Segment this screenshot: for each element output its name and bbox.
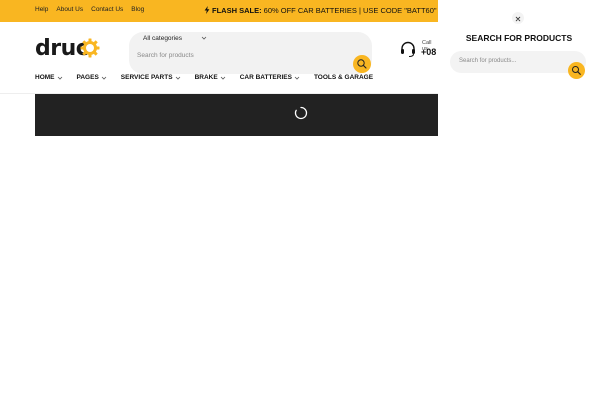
chevron-down-icon — [57, 76, 62, 80]
loading-spinner-icon — [294, 106, 308, 120]
top-link-about[interactable]: About Us — [56, 6, 83, 13]
close-icon — [515, 16, 521, 22]
flash-sale-label: FLASH SALE: — [212, 6, 262, 15]
nav-item-home[interactable]: HOME — [35, 74, 63, 81]
nav-item-label: SERVICE PARTS — [120, 74, 173, 81]
main-site: Help About Us Contact Us Blog FLASH SALE… — [0, 0, 438, 400]
chevron-down-icon — [201, 36, 207, 40]
search-panel-button[interactable] — [568, 62, 585, 79]
chevron-down-icon — [101, 76, 107, 80]
nav-item-label: TOOLS & GARAGE — [313, 74, 374, 81]
search-input[interactable]: Search for products — [137, 52, 194, 59]
chevron-down-icon — [175, 76, 180, 80]
chevron-down-icon — [294, 76, 300, 80]
top-link-help[interactable]: Help — [35, 6, 48, 13]
nav-item-label: CAR BATTERIES — [239, 74, 292, 81]
flash-sale-banner: FLASH SALE: 60% OFF CAR BATTERIES | USE … — [204, 6, 437, 15]
top-link-blog[interactable]: Blog — [131, 6, 144, 13]
top-links: Help About Us Contact Us Blog — [35, 6, 144, 13]
search-button[interactable] — [353, 55, 371, 73]
main-nav: HOME PAGES SERVICE PARTS BRAKE CAR BATTE… — [35, 74, 387, 81]
nav-item-tools-garage[interactable]: TOOLS & GARAGE — [314, 74, 373, 81]
chevron-down-icon — [220, 76, 225, 80]
nav-item-service-parts[interactable]: SERVICE PARTS — [121, 74, 181, 81]
close-button[interactable] — [512, 12, 524, 24]
page: Help About Us Contact Us Blog FLASH SALE… — [0, 0, 600, 400]
phone-number[interactable]: +08 — [421, 47, 436, 57]
hero-slider — [35, 94, 438, 136]
nav-item-pages[interactable]: PAGES — [77, 74, 107, 81]
top-link-contact[interactable]: Contact Us — [91, 6, 123, 13]
nav-item-label: HOME — [35, 74, 55, 81]
nav-item-car-batteries[interactable]: CAR BATTERIES — [240, 74, 300, 81]
search-panel-title: SEARCH FOR PRODUCTS — [465, 33, 573, 43]
headset-icon — [401, 41, 415, 57]
nav-item-label: PAGES — [76, 74, 99, 81]
search-icon — [357, 59, 367, 69]
category-select[interactable]: All categories — [143, 35, 182, 42]
lightning-icon — [204, 6, 210, 14]
gear-logo-icon — [80, 38, 100, 58]
search-icon — [572, 66, 581, 75]
nav-item-label: BRAKE — [194, 74, 218, 81]
nav-item-brake[interactable]: BRAKE — [195, 74, 226, 81]
search-panel-input[interactable]: Search for products... — [459, 58, 516, 64]
flash-sale-text: 60% OFF CAR BATTERIES | USE CODE "BATT60… — [261, 6, 437, 15]
